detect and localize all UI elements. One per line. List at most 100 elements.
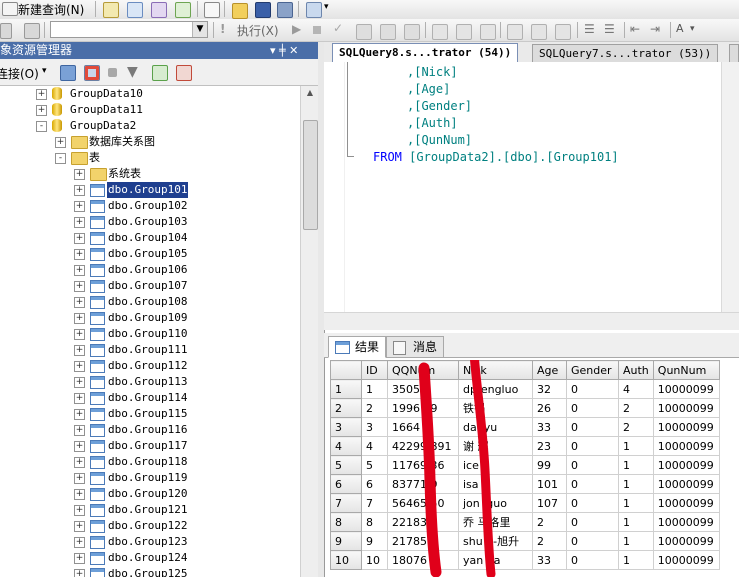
new-query-button[interactable]: 新建查询(N)	[18, 1, 84, 18]
client-statistics-icon[interactable]	[480, 24, 496, 40]
new-file-icon[interactable]	[204, 2, 220, 18]
tree-node[interactable]: + dbo.Group112	[0, 358, 300, 374]
open-folder-icon[interactable]	[232, 3, 248, 19]
results-to-text-icon[interactable]	[507, 24, 523, 40]
expand-icon[interactable]: +	[55, 137, 66, 148]
editor-horizontal-scrollbar[interactable]	[324, 312, 739, 330]
tab-document[interactable]: SQLQuery8.s...trator (54))	[332, 43, 519, 63]
tree-node[interactable]: + dbo.Group115	[0, 406, 300, 422]
expand-icon[interactable]: +	[74, 281, 85, 292]
expand-icon[interactable]: +	[74, 201, 85, 212]
expand-icon[interactable]: +	[74, 521, 85, 532]
tree-node[interactable]: + dbo.Group123	[0, 534, 300, 550]
tree-node[interactable]: + dbo.Group104	[0, 230, 300, 246]
expand-icon[interactable]: +	[74, 505, 85, 516]
tree-node[interactable]: + dbo.Group125	[0, 566, 300, 577]
collapse-icon[interactable]: -	[55, 153, 66, 164]
increase-indent-icon[interactable]: ⇥	[650, 22, 660, 36]
tree-node[interactable]: + dbo.Group114	[0, 390, 300, 406]
debug-play-icon[interactable]: ▶	[292, 22, 301, 36]
expand-icon[interactable]: +	[74, 329, 85, 340]
chevron-down-icon[interactable]: ▾	[324, 2, 329, 12]
expand-icon[interactable]: +	[74, 569, 85, 577]
disconnect-icon[interactable]	[84, 65, 100, 81]
expand-icon[interactable]: +	[74, 409, 85, 420]
tree-node[interactable]: - GroupData2	[0, 118, 300, 134]
tree-node[interactable]: + dbo.Group109	[0, 310, 300, 326]
expand-icon[interactable]: +	[74, 425, 85, 436]
save-icon[interactable]	[255, 2, 271, 18]
change-connection-icon[interactable]	[24, 23, 40, 39]
tree-node[interactable]: + dbo.Group110	[0, 326, 300, 342]
panel-controls[interactable]: ▾ ╪ ✕	[270, 42, 298, 59]
expand-icon[interactable]: +	[74, 473, 85, 484]
database-engine-query-icon[interactable]	[103, 2, 119, 18]
expand-icon[interactable]: +	[74, 265, 85, 276]
tree-node[interactable]: + GroupData11	[0, 102, 300, 118]
expand-icon[interactable]: +	[74, 345, 85, 356]
tab-results[interactable]: 结果	[328, 336, 387, 358]
activity-monitor-icon[interactable]	[306, 2, 322, 18]
tree-node[interactable]: + dbo.Group111	[0, 342, 300, 358]
scrollbar-thumb[interactable]	[303, 120, 318, 230]
connect-icon[interactable]	[0, 23, 12, 39]
tree-node[interactable]: + dbo.Group124	[0, 550, 300, 566]
results-grid[interactable]: ID QQNum Nick Age Gender Auth QunNum 1 1 3505 dpf…	[330, 360, 739, 577]
expand-icon[interactable]: +	[74, 377, 85, 388]
expand-icon[interactable]: +	[74, 233, 85, 244]
include-plan-icon[interactable]	[456, 24, 472, 40]
sql-editor[interactable]: ,[Nick] ,[Age] ,[Gender] ,[Auth] ,[QunNum] FR…	[324, 62, 739, 312]
tree-node[interactable]: + 数据库关系图	[0, 134, 300, 150]
tree-node[interactable]: + dbo.Group120	[0, 486, 300, 502]
collapse-icon[interactable]: -	[36, 121, 47, 132]
expand-icon[interactable]: +	[36, 89, 47, 100]
dmx-query-icon[interactable]	[175, 2, 191, 18]
expand-icon[interactable]: +	[74, 217, 85, 228]
summary-icon[interactable]	[176, 65, 192, 81]
expand-icon[interactable]: +	[74, 393, 85, 404]
parse-check-icon[interactable]: ✓	[333, 21, 343, 35]
query-designer-icon[interactable]	[380, 24, 396, 40]
uncomment-icon[interactable]: ☰	[604, 22, 615, 36]
results-to-file-icon[interactable]	[555, 24, 571, 40]
tree-node[interactable]: + dbo.Group113	[0, 374, 300, 390]
tree-node[interactable]: + dbo.Group108	[0, 294, 300, 310]
connect-object-explorer-icon[interactable]	[60, 65, 76, 81]
display-plan-icon[interactable]	[356, 24, 372, 40]
tree-node[interactable]: + dbo.Group116	[0, 422, 300, 438]
tree-node[interactable]: + dbo.Group121	[0, 502, 300, 518]
editor-vertical-scrollbar[interactable]	[721, 62, 739, 312]
tree-node[interactable]: + dbo.Group103	[0, 214, 300, 230]
expand-icon[interactable]: +	[74, 361, 85, 372]
connect-dropdown[interactable]: 连接(O)	[0, 65, 39, 82]
expand-icon[interactable]: +	[74, 441, 85, 452]
refresh-icon[interactable]	[152, 65, 168, 81]
tree-node[interactable]: + dbo.Group102	[0, 198, 300, 214]
query-options-icon[interactable]	[404, 24, 420, 40]
tree-node[interactable]: + dbo.Group122	[0, 518, 300, 534]
tree-node[interactable]: + dbo.Group106	[0, 262, 300, 278]
expand-icon[interactable]: +	[74, 249, 85, 260]
chevron-down-icon[interactable]: ▼	[192, 22, 207, 37]
cancel-execution-icon[interactable]	[313, 26, 321, 34]
tree-node[interactable]: + dbo.Group105	[0, 246, 300, 262]
tree-node[interactable]: + 系统表	[0, 166, 300, 182]
results-to-grid-icon[interactable]	[531, 24, 547, 40]
expand-icon[interactable]: +	[36, 105, 47, 116]
tab-document-overflow[interactable]	[729, 44, 739, 62]
tree-node[interactable]: + dbo.Group117	[0, 438, 300, 454]
tab-messages[interactable]: 消息	[386, 336, 445, 358]
expand-icon[interactable]: +	[74, 489, 85, 500]
expand-icon[interactable]: +	[74, 297, 85, 308]
tree-node[interactable]: + dbo.Group119	[0, 470, 300, 486]
chevron-down-icon[interactable]: ▾	[690, 24, 695, 34]
tree-node[interactable]: + dbo.Group107	[0, 278, 300, 294]
scroll-up-icon[interactable]: ▲	[303, 88, 317, 100]
decrease-indent-icon[interactable]: ⇤	[630, 22, 640, 36]
comment-out-icon[interactable]: ☰	[584, 22, 595, 36]
tab-document[interactable]: SQLQuery7.s...trator (53))	[532, 44, 719, 62]
chevron-down-icon[interactable]: ▾	[42, 66, 47, 76]
expand-icon[interactable]: +	[74, 457, 85, 468]
tree-node[interactable]: + dbo.Group118	[0, 454, 300, 470]
tree-node[interactable]: + dbo.Group101	[0, 182, 300, 198]
